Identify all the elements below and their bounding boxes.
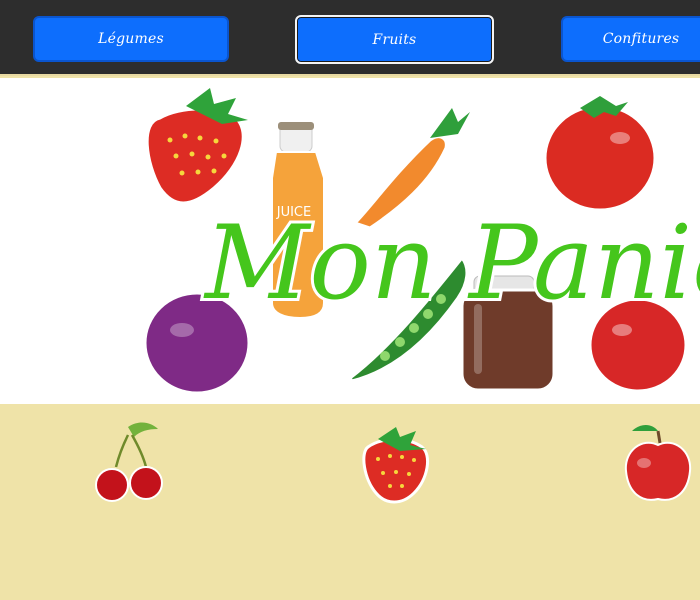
strawberry-icon — [145, 88, 248, 205]
apple-icon — [624, 425, 692, 501]
product-grid — [0, 404, 700, 600]
top-navigation-bar: Légumes Fruits Confitures — [0, 0, 700, 76]
nav-button-label: Confitures — [602, 31, 680, 47]
banner-illustration: JUICE Mon Pani — [143, 88, 700, 395]
nav-button-fruits[interactable]: Fruits — [295, 15, 494, 64]
tomato-icon — [543, 96, 657, 212]
hero-banner: JUICE Mon Pani — [0, 78, 700, 404]
strawberry-icon — [362, 427, 430, 504]
nav-button-confitures[interactable]: Confitures — [561, 16, 700, 62]
nav-button-legumes[interactable]: Légumes — [33, 16, 229, 62]
cherry-icon — [95, 422, 163, 502]
nav-button-label: Fruits — [372, 31, 417, 48]
banner-title: Mon Panier — [203, 204, 700, 323]
nav-button-label: Légumes — [98, 31, 164, 47]
